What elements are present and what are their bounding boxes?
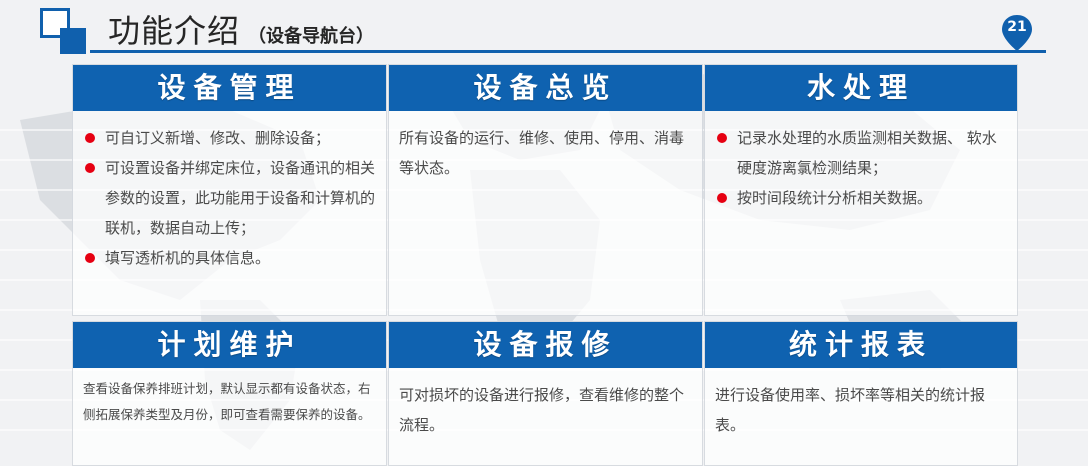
logo-filled-square — [60, 28, 86, 54]
panel-body: 记录水处理的水质监测相关数据、 软水硬度游离氯检测结果； 按时间段统计分析相关数… — [705, 111, 1017, 213]
list-item-text: 可自订义新增、修改、删除设备； — [105, 129, 331, 147]
panel-body: 查看设备保养排班计划，默认显示都有设备状态，右侧拓展保养类型及月份，即可查看需要… — [73, 368, 386, 428]
list-item-text: 可设置设备并绑定床位，设备通讯的相关参数的设置，此功能用于设备和计算机的联机，数… — [105, 159, 376, 237]
panel-repair-request: 设备报修 可对损坏的设备进行报修，查看维修的整个流程。 — [388, 321, 703, 466]
page-title: 功能介绍 （设备导航台） — [108, 6, 374, 50]
page-title-subtitle: （设备导航台） — [248, 26, 375, 47]
panel-body: 可对损坏的设备进行报修，查看维修的整个流程。 — [389, 368, 702, 440]
list-item-text: 填写透析机的具体信息。 — [105, 249, 271, 267]
header-divider — [90, 50, 1046, 53]
panel-body: 所有设备的运行、维修、使用、停用、消毒等状态。 — [389, 111, 702, 183]
panel-title: 水处理 — [705, 65, 1017, 111]
panel-description: 查看设备保养排班计划，默认显示都有设备状态，右侧拓展保养类型及月份，即可查看需要… — [83, 381, 371, 422]
panel-description: 所有设备的运行、维修、使用、停用、消毒等状态。 — [399, 129, 685, 177]
page-number-badge: 21 — [1000, 14, 1034, 52]
list-item-text: 按时间段统计分析相关数据。 — [737, 189, 933, 207]
bullet-list: 记录水处理的水质监测相关数据、 软水硬度游离氯检测结果； 按时间段统计分析相关数… — [715, 123, 1007, 213]
list-item: 记录水处理的水质监测相关数据、 软水硬度游离氯检测结果； — [715, 123, 1007, 183]
page-title-main: 功能介绍 — [108, 12, 241, 50]
panel-planned-maintenance: 计划维护 查看设备保养排班计划，默认显示都有设备状态，右侧拓展保养类型及月份，即… — [72, 321, 387, 466]
panel-water-treatment: 水处理 记录水处理的水质监测相关数据、 软水硬度游离氯检测结果； 按时间段统计分… — [704, 64, 1018, 316]
list-item: 可设置设备并绑定床位，设备通讯的相关参数的设置，此功能用于设备和计算机的联机，数… — [83, 153, 376, 243]
red-bullet-icon — [85, 163, 95, 173]
panel-body: 进行设备使用率、损坏率等相关的统计报表。 — [705, 368, 1017, 440]
panel-description: 进行设备使用率、损坏率等相关的统计报表。 — [715, 386, 986, 434]
red-bullet-icon — [85, 253, 95, 263]
panel-device-overview: 设备总览 所有设备的运行、维修、使用、停用、消毒等状态。 — [388, 64, 703, 316]
logo-squares-icon — [40, 8, 86, 54]
page-number: 21 — [1007, 19, 1027, 35]
red-bullet-icon — [717, 193, 727, 203]
list-item-text: 记录水处理的水质监测相关数据、 软水硬度游离氯检测结果； — [737, 129, 997, 177]
feature-grid: 设备管理 可自订义新增、修改、删除设备； 可设置设备并绑定床位，设备通讯的相关参… — [72, 64, 1018, 466]
red-bullet-icon — [85, 133, 95, 143]
list-item: 填写透析机的具体信息。 — [83, 243, 376, 273]
panel-title: 设备管理 — [73, 65, 386, 111]
panel-title: 设备报修 — [389, 322, 702, 368]
list-item: 按时间段统计分析相关数据。 — [715, 183, 1007, 213]
panel-body: 可自订义新增、修改、删除设备； 可设置设备并绑定床位，设备通讯的相关参数的设置，… — [73, 111, 386, 273]
red-bullet-icon — [717, 133, 727, 143]
list-item: 可自订义新增、修改、删除设备； — [83, 123, 376, 153]
panel-device-management: 设备管理 可自订义新增、修改、删除设备； 可设置设备并绑定床位，设备通讯的相关参… — [72, 64, 387, 316]
panel-title: 统计报表 — [705, 322, 1017, 368]
panel-title: 设备总览 — [389, 65, 702, 111]
panel-statistics-report: 统计报表 进行设备使用率、损坏率等相关的统计报表。 — [704, 321, 1018, 466]
panel-description: 可对损坏的设备进行报修，查看维修的整个流程。 — [399, 386, 685, 434]
panel-title: 计划维护 — [73, 322, 386, 368]
bullet-list: 可自订义新增、修改、删除设备； 可设置设备并绑定床位，设备通讯的相关参数的设置，… — [83, 123, 376, 273]
